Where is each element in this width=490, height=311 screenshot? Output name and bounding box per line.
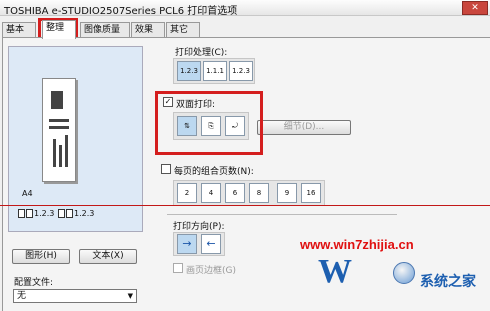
page-icon xyxy=(58,209,65,218)
border-label: 画页边框(G) xyxy=(186,266,236,276)
close-button[interactable]: ✕ xyxy=(462,1,488,15)
graphic-view-button[interactable]: 图形(H) xyxy=(12,249,70,264)
collate-option[interactable]: 1.2.3 xyxy=(177,61,201,81)
page-order-text: 1.2.3 xyxy=(34,209,55,218)
border-checkbox[interactable] xyxy=(173,263,183,273)
tab-others[interactable]: 其它 xyxy=(166,22,200,38)
nup-label: 每页的组合页数(N): xyxy=(174,167,254,177)
nup-options: 2 4 6 8 9 16 xyxy=(173,180,325,206)
windows-orb-icon xyxy=(393,262,415,284)
title-bar: TOSHIBA e-STUDIO2507Series PCL6 打印首选项 ✕ xyxy=(0,0,490,17)
page-icon xyxy=(66,209,73,218)
tab-basic[interactable]: 基本 xyxy=(2,22,36,38)
orientation-label: 打印方向(P): xyxy=(173,222,225,232)
nup-16-option[interactable]: 16 xyxy=(301,183,321,203)
text-view-button[interactable]: 文本(X) xyxy=(79,249,137,264)
print-process-group: 1.2.3 1.1.1 1.2.3 xyxy=(173,58,255,84)
nup-6-option[interactable]: 6 xyxy=(225,183,245,203)
profile-label: 配置文件: xyxy=(14,278,54,288)
tab-effects[interactable]: 效果 xyxy=(131,22,165,38)
tab-image-quality[interactable]: 图像质量 xyxy=(80,22,130,38)
document-preview-icon xyxy=(42,78,76,182)
divider-line xyxy=(0,205,490,206)
section-divider xyxy=(167,214,397,215)
highlight-box-duplex xyxy=(155,91,263,155)
window-title: TOSHIBA e-STUDIO2507Series PCL6 打印首选项 xyxy=(4,6,238,17)
print-process-label: 打印处理(C): xyxy=(175,48,228,58)
page-icon xyxy=(26,209,33,218)
paper-size-label: A4 xyxy=(22,189,33,198)
nup-9-option[interactable]: 9 xyxy=(277,183,297,203)
group-option[interactable]: 1.1.1 xyxy=(203,61,227,81)
tab-finishing[interactable]: 整理 xyxy=(42,20,76,39)
page-order-indicator: 1.2.3 xyxy=(18,209,54,218)
nup-checkbox[interactable] xyxy=(161,164,171,174)
page-icon xyxy=(18,209,25,218)
nup-8-option[interactable]: 8 xyxy=(249,183,269,203)
watermark-brand: 系统之家 xyxy=(420,274,476,290)
right-to-left-option[interactable]: ← xyxy=(201,234,221,254)
nup-4-option[interactable]: 4 xyxy=(201,183,221,203)
page-order-text: 1.2.3 xyxy=(74,209,95,218)
orientation-options: → ← xyxy=(173,232,225,256)
page-order-indicator: 1.2.3 xyxy=(58,209,94,218)
profile-select[interactable]: 无 ▼ xyxy=(13,289,137,303)
duplex-details-button[interactable]: 细节(D)... xyxy=(257,120,351,135)
profile-value: 无 xyxy=(17,291,27,301)
chevron-down-icon: ▼ xyxy=(127,292,133,300)
windows-logo: W xyxy=(318,253,352,290)
left-to-right-option[interactable]: → xyxy=(177,234,197,254)
nup-2-option[interactable]: 2 xyxy=(177,183,197,203)
tab-strip: 基本 整理 图像质量 效果 其它 xyxy=(0,20,490,39)
rotate-sort-option[interactable]: 1.2.3 xyxy=(229,61,253,81)
